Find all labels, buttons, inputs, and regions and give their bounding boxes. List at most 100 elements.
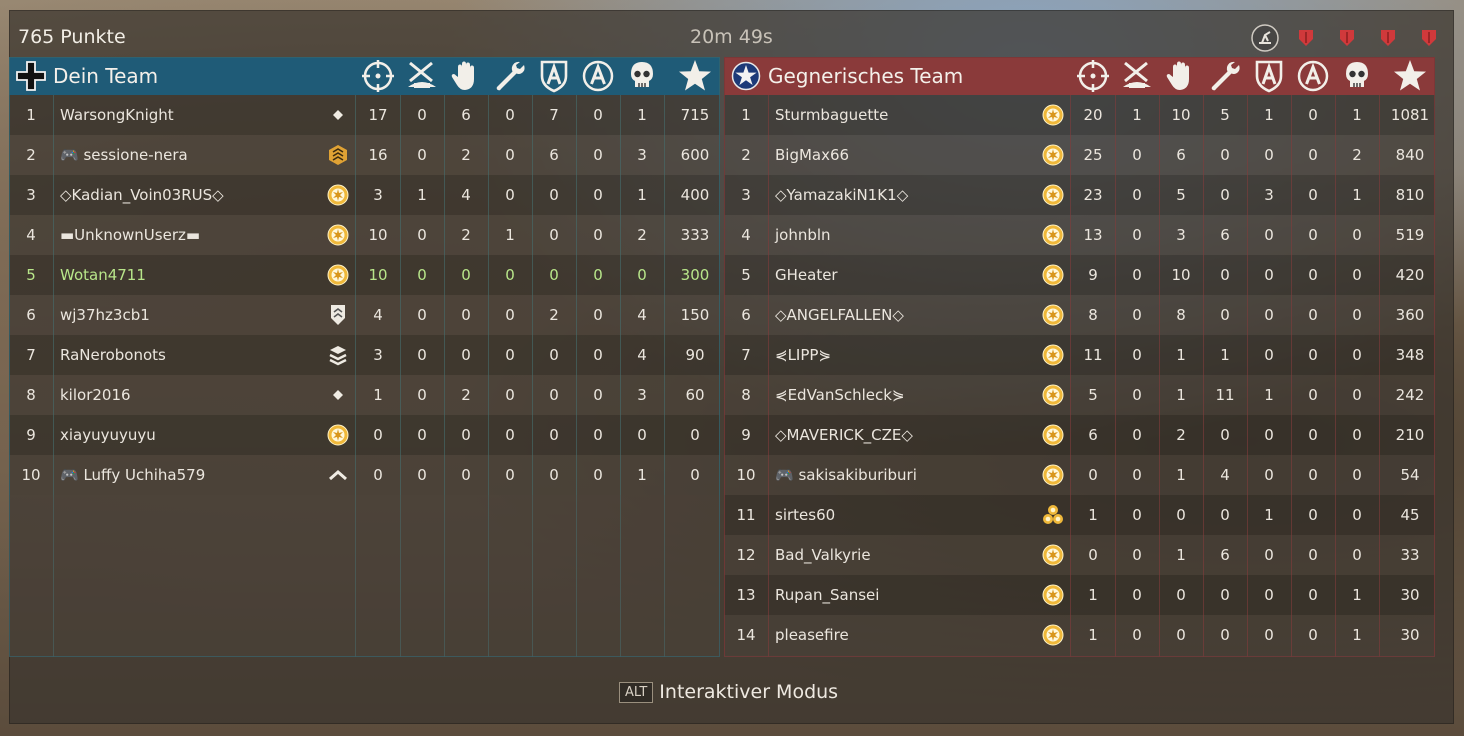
player-row[interactable]: 5 Wotan4711 10 0 0 0 0 0 0 300 xyxy=(9,255,720,295)
stat-shield-a: 0 xyxy=(1264,586,1274,604)
player-row[interactable]: 12 Bad_Valkyrie 0 0 1 6 0 0 0 33 xyxy=(724,535,1435,575)
stat-shield-a: 0 xyxy=(1264,546,1274,564)
stat-anti-tank: 0 xyxy=(417,426,427,444)
stat-crosshair: 1 xyxy=(1088,506,1098,524)
player-row[interactable]: 1 Sturmbaguette 20 1 10 5 1 0 1 1081 xyxy=(724,95,1435,135)
rank-sun-badge-icon xyxy=(1041,375,1065,415)
rank-sun-badge-icon xyxy=(1041,575,1065,615)
player-row[interactable]: 9 ◇MAVERICK_CZE◇ 6 0 2 0 0 0 0 210 xyxy=(724,415,1435,455)
stat-shield-a: 0 xyxy=(549,346,559,364)
stat-hand: 0 xyxy=(461,346,471,364)
player-row[interactable]: 3 ◇Kadian_Voin03RUS◇ 3 1 4 0 0 0 1 400 xyxy=(9,175,720,215)
hand-icon[interactable] xyxy=(444,57,488,95)
stat-wrench: 4 xyxy=(1220,466,1230,484)
player-name[interactable]: BigMax66 xyxy=(768,146,1030,164)
rank-sun-badge-icon xyxy=(1041,615,1065,655)
player-name[interactable]: 🎮 Luffy Uchiha579 xyxy=(53,466,315,484)
stat-skull: 1 xyxy=(1352,186,1362,204)
shield-a-icon[interactable] xyxy=(1247,57,1291,95)
hand-icon[interactable] xyxy=(1159,57,1203,95)
interactive-mode-hint[interactable]: ALT Interaktiver Modus xyxy=(619,680,838,704)
player-name[interactable]: johnbln xyxy=(768,226,1030,244)
player-name[interactable]: ◇Kadian_Voin03RUS◇ xyxy=(53,186,315,204)
player-row[interactable]: 7 ⋞LIPP⋟ 11 0 1 1 0 0 0 348 xyxy=(724,335,1435,375)
stat-crosshair: 20 xyxy=(1083,106,1103,124)
player-name[interactable]: GHeater xyxy=(768,266,1030,284)
player-row[interactable]: 4 ▬UnknownUserz▬ 10 0 2 1 0 0 2 333 xyxy=(9,215,720,255)
stat-hand: 8 xyxy=(1176,306,1186,324)
rank-sun-badge-icon xyxy=(326,255,350,295)
stat-circle-a: 0 xyxy=(1308,586,1318,604)
rank-sun-badge-icon xyxy=(1041,255,1065,295)
wrench-icon[interactable] xyxy=(488,57,532,95)
stat-wrench: 0 xyxy=(505,186,515,204)
player-name[interactable]: ▬UnknownUserz▬ xyxy=(53,226,315,244)
player-row[interactable]: 8 ⋞EdVanSchleck⋟ 5 0 1 11 1 0 0 242 xyxy=(724,375,1435,415)
player-name[interactable]: ◇ANGELFALLEN◇ xyxy=(768,306,1030,324)
stat-star: 400 xyxy=(680,186,710,204)
player-row[interactable]: 14 pleasefire 1 0 0 0 0 0 1 30 xyxy=(724,615,1435,655)
stat-wrench: 6 xyxy=(1220,226,1230,244)
player-name[interactable]: 🎮 sakisakiburiburi xyxy=(768,466,1030,484)
crosshair-icon[interactable] xyxy=(356,57,400,95)
player-name[interactable]: Wotan4711 xyxy=(53,266,315,284)
skull-icon[interactable] xyxy=(1335,57,1379,95)
player-row[interactable]: 6 wj37hz3cb1 4 0 0 0 2 0 4 150 xyxy=(9,295,720,335)
stat-hand: 0 xyxy=(461,466,471,484)
circle-a-icon[interactable] xyxy=(1291,57,1335,95)
player-name[interactable]: kilor2016 xyxy=(53,386,315,404)
player-name[interactable]: sirtes60 xyxy=(768,506,1030,524)
player-row[interactable]: 11 sirtes60 1 0 0 0 1 0 0 45 xyxy=(724,495,1435,535)
stat-star: 1081 xyxy=(1390,106,1430,124)
player-name[interactable]: Sturmbaguette xyxy=(768,106,1030,124)
anti-tank-icon[interactable] xyxy=(400,57,444,95)
stat-skull: 0 xyxy=(1352,226,1362,244)
player-name[interactable]: ⋞LIPP⋟ xyxy=(768,346,1030,364)
stat-shield-a: 7 xyxy=(549,106,559,124)
player-name[interactable]: WarsongKnight xyxy=(53,106,315,124)
player-name[interactable]: ⋞EdVanSchleck⋟ xyxy=(768,386,1030,404)
stat-crosshair: 10 xyxy=(368,266,388,284)
crosshair-icon[interactable] xyxy=(1071,57,1115,95)
stat-shield-a: 6 xyxy=(549,146,559,164)
player-name[interactable]: RaNerobonots xyxy=(53,346,315,364)
player-row[interactable]: 10 🎮 Luffy Uchiha579 0 0 0 0 0 0 1 0 xyxy=(9,455,720,495)
player-name[interactable]: pleasefire xyxy=(768,626,1030,644)
anti-tank-icon[interactable] xyxy=(1115,57,1159,95)
player-row[interactable]: 4 johnbln 13 0 3 6 0 0 0 519 xyxy=(724,215,1435,255)
player-name[interactable]: ◇MAVERICK_CZE◇ xyxy=(768,426,1030,444)
stat-star: 715 xyxy=(680,106,710,124)
shield-a-icon[interactable] xyxy=(532,57,576,95)
player-row[interactable]: 8 kilor2016 1 0 2 0 0 0 3 60 xyxy=(9,375,720,415)
player-row[interactable]: 6 ◇ANGELFALLEN◇ 8 0 8 0 0 0 0 360 xyxy=(724,295,1435,335)
player-name[interactable]: Bad_Valkyrie xyxy=(768,546,1030,564)
player-name[interactable]: wj37hz3cb1 xyxy=(53,306,315,324)
player-row[interactable]: 1 WarsongKnight 17 0 6 0 7 0 1 715 xyxy=(9,95,720,135)
skull-icon[interactable] xyxy=(620,57,664,95)
stat-circle-a: 0 xyxy=(593,306,603,324)
rank-sun-badge-icon xyxy=(1041,95,1065,135)
player-row[interactable]: 13 Rupan_Sansei 1 0 0 0 0 0 1 30 xyxy=(724,575,1435,615)
player-name[interactable]: xiayuyuyuyu xyxy=(53,426,315,444)
player-name[interactable]: Rupan_Sansei xyxy=(768,586,1030,604)
star-icon[interactable] xyxy=(664,57,726,95)
player-row[interactable]: 7 RaNerobonots 3 0 0 0 0 0 4 90 xyxy=(9,335,720,375)
stat-circle-a: 0 xyxy=(1308,306,1318,324)
player-row[interactable]: 5 GHeater 9 0 10 0 0 0 0 420 xyxy=(724,255,1435,295)
stat-crosshair: 23 xyxy=(1083,186,1103,204)
artillery-icon[interactable] xyxy=(1249,22,1281,54)
circle-a-icon[interactable] xyxy=(576,57,620,95)
player-row[interactable]: 3 ◇YamazakiN1K1◇ 23 0 5 0 3 0 1 810 xyxy=(724,175,1435,215)
star-icon[interactable] xyxy=(1379,57,1441,95)
player-name[interactable]: ◇YamazakiN1K1◇ xyxy=(768,186,1030,204)
player-row[interactable]: 9 xiayuyuyuyu 0 0 0 0 0 0 0 0 xyxy=(9,415,720,455)
stat-wrench: 0 xyxy=(505,266,515,284)
stat-crosshair: 16 xyxy=(368,146,388,164)
enemy-team-header: Gegnerisches Team xyxy=(724,57,1435,95)
player-row[interactable]: 2 BigMax66 25 0 6 0 0 0 2 840 xyxy=(724,135,1435,175)
stat-wrench: 1 xyxy=(505,226,515,244)
player-name[interactable]: 🎮 sessione-nera xyxy=(53,146,315,164)
player-row[interactable]: 2 🎮 sessione-nera 16 0 2 0 6 0 3 600 xyxy=(9,135,720,175)
wrench-icon[interactable] xyxy=(1203,57,1247,95)
player-row[interactable]: 10 🎮 sakisakiburiburi 0 0 1 4 0 0 0 54 xyxy=(724,455,1435,495)
